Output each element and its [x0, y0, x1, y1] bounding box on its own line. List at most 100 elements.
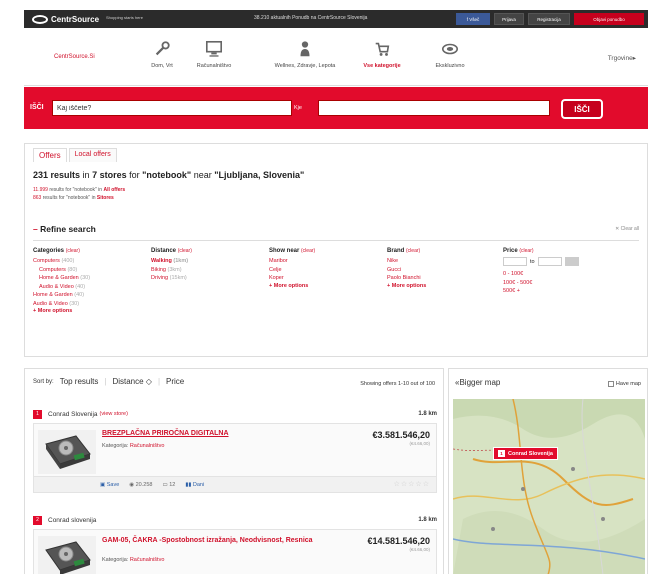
more-options-link[interactable]: + More options [387, 283, 426, 289]
offers-list: Sort by: Top results | Distance ◇ | Pric… [24, 368, 444, 574]
facet-item[interactable]: Driving (15km) [151, 274, 192, 283]
views-count: ◉ 20.258 [129, 482, 152, 488]
results-count: 231 results [33, 170, 81, 180]
site-link[interactable]: CentrSource.Si [54, 54, 95, 60]
stores-link[interactable]: Sitores [97, 195, 114, 201]
facet-clear-link[interactable]: (clear) [406, 248, 420, 254]
clear-all-link[interactable]: ✕ Clear all [615, 226, 639, 232]
tools-icon [155, 41, 170, 56]
facet-item-label: Driving [151, 275, 169, 281]
map-marker-label: Conrad Slovenija [508, 450, 553, 457]
offer-card: BREZPLAČNA PRIROČNA DIGITALNA Kategorija… [33, 423, 437, 493]
facet-item[interactable]: Celje [269, 266, 315, 275]
store-name: Conrad Slovenija [48, 410, 98, 418]
facet-clear-link[interactable]: (clear) [301, 248, 315, 254]
hard-drive-image[interactable] [38, 430, 96, 474]
facet-item[interactable]: Nike [387, 257, 426, 266]
facebook-like-button[interactable]: f Všeč [456, 13, 490, 25]
results-panel: Offers Local offers 231 results in 7 sto… [24, 143, 648, 357]
category-ekskluzivno[interactable]: Ekskluzivno [420, 36, 480, 82]
save-button[interactable]: ▣ Save [100, 482, 119, 488]
category-label: Kategorija: [102, 557, 129, 563]
tab-local-offers[interactable]: Local offers [68, 148, 117, 162]
more-options-link[interactable]: + More options [269, 283, 315, 289]
facet-item-count: (80) [67, 266, 78, 273]
facet-item[interactable]: Computers (400) [33, 257, 90, 266]
facet-item-label: Walking [151, 258, 172, 264]
facet-title: Show near (clear) [269, 248, 315, 254]
offer-title-link[interactable]: GAM-05, ČAKRA -Spostobnost izražanja, Ne… [102, 536, 352, 545]
facet-clear-link[interactable]: (clear) [519, 248, 533, 254]
comments-value: 12 [169, 481, 176, 488]
category-wellnes[interactable]: Wellnes, Zdravje, Lepota [260, 36, 350, 82]
price-go-button[interactable] [564, 257, 579, 266]
facet-title-label: Categories [33, 248, 65, 254]
view-store-link[interactable]: (view store) [100, 411, 128, 417]
facet-item[interactable]: Home & Garden (40) [33, 291, 90, 300]
facet-clear-link[interactable]: (clear) [66, 248, 80, 254]
slogan: Shopping starts here [106, 15, 143, 20]
what-search-input[interactable] [52, 100, 292, 116]
facet-item[interactable]: Audio & Video (40) [33, 283, 90, 292]
facet-item[interactable]: Walking (1km) [151, 257, 192, 266]
category-label: Ekskluzivno [435, 63, 465, 69]
sort-distance[interactable]: Distance ◇ [112, 377, 152, 386]
search-query: "notebook" [142, 170, 192, 180]
facet-item[interactable]: Computers (80) [33, 266, 90, 275]
facet-item[interactable]: 0 - 100€ [503, 270, 579, 279]
price-min-input[interactable] [503, 257, 527, 266]
category-link[interactable]: Računalništvo [130, 443, 165, 449]
map-view[interactable]: 1 Conrad Slovenija [453, 399, 645, 574]
register-button[interactable]: Registracija [528, 13, 570, 25]
map-marker[interactable]: 1 Conrad Slovenija [493, 447, 558, 460]
offer-title-link[interactable]: BREZPLAČNA PRIROČNA DIGITALNA [102, 430, 342, 437]
search-button[interactable]: IŠČI [561, 99, 603, 119]
refine-search-toggle[interactable]: – Refine search [33, 224, 96, 234]
login-button[interactable]: Prijava [494, 13, 524, 25]
facet-title: Categories (clear) [33, 248, 90, 254]
category-racunalnistvo[interactable]: Računalništvo [184, 36, 244, 82]
tab-offers[interactable]: Offers [33, 148, 67, 162]
sort-bar: Sort by: Top results | Distance ◇ | Pric… [33, 377, 184, 386]
rate-button[interactable]: ▮▮ Dani [185, 482, 204, 488]
facet-item[interactable]: Paolo Bianchi [387, 274, 426, 283]
facet-item[interactable]: Biking (3km) [151, 266, 192, 275]
facet-item[interactable]: Koper [269, 274, 315, 283]
comments-count[interactable]: ▭ 12 [162, 482, 175, 488]
facet-item[interactable]: 100€ - 500€ [503, 279, 579, 288]
logo[interactable]: CentrSource [32, 13, 102, 25]
category-link[interactable]: Računalništvo [130, 557, 165, 563]
facet-item-count: (40) [75, 283, 86, 290]
facet-item[interactable]: Audio & Video (30) [33, 300, 90, 309]
facet-item[interactable]: Gucci [387, 266, 426, 275]
hard-drive-image[interactable] [38, 536, 96, 574]
sort-label: Sort by: [33, 378, 54, 385]
category-vse-kategorije[interactable]: Vse kategorije [352, 36, 412, 82]
facet-title-label: Show near [269, 248, 300, 254]
offer-price: €14.581.546,20 [367, 536, 430, 546]
facet-categories: Categories (clear) Computers (400) Compu… [33, 248, 90, 314]
floppy-icon: ▣ [100, 481, 106, 488]
facet-title: Distance (clear) [151, 248, 192, 254]
stores-link[interactable]: Trgovine▸ [608, 54, 636, 62]
rating-stars[interactable]: ☆☆☆☆☆ [394, 480, 430, 488]
facet-item[interactable]: 500€ + [503, 287, 579, 296]
price-max-input[interactable] [537, 257, 562, 266]
have-map-checkbox[interactable]: Have map [607, 381, 641, 387]
category-dom-vrt[interactable]: Dom, Vrt [132, 36, 192, 82]
facet-clear-link[interactable]: (clear) [178, 248, 192, 254]
publish-offer-button[interactable]: Objavi ponudbo [574, 13, 644, 25]
more-options-link[interactable]: + More options [33, 308, 90, 314]
bigger-map-link[interactable]: «Bigger map [455, 378, 500, 387]
facet-item-label: Audio & Video [39, 283, 74, 290]
category-label: Računalništvo [196, 63, 232, 69]
facet-item[interactable]: Home & Garden (30) [33, 274, 90, 283]
sort-top-results[interactable]: Top results [60, 377, 99, 386]
divider [33, 240, 639, 241]
all-offers-link[interactable]: All offers [103, 187, 125, 193]
sort-price[interactable]: Price [166, 377, 184, 386]
category-label: Kategorija: [102, 443, 129, 449]
facet-item[interactable]: Maribor [269, 257, 315, 266]
where-search-input[interactable] [318, 100, 550, 116]
facet-item-label: Home & Garden [33, 292, 73, 298]
